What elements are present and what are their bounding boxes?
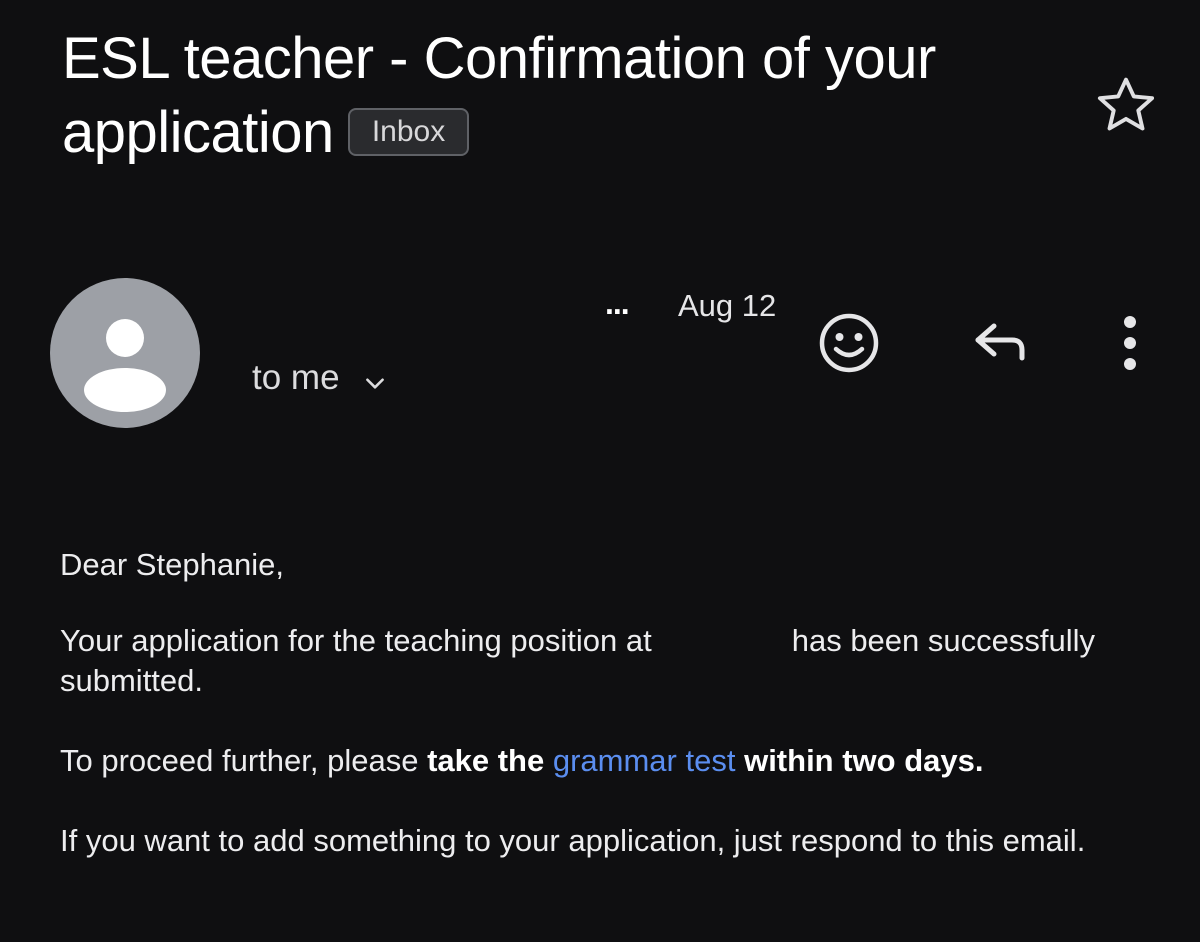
sender-name-redacted[interactable] <box>252 282 612 322</box>
more-vert-icon[interactable] <box>1110 308 1150 378</box>
message-date: Aug 12 <box>678 288 777 323</box>
inbox-label-badge[interactable]: Inbox <box>347 107 470 156</box>
email-body: Dear Stephanie, Your application for the… <box>60 545 1140 901</box>
email-subject: ESL teacher - Confirmation of your appli… <box>62 22 1072 170</box>
next-steps-bold-2: within two days. <box>735 743 984 778</box>
emoji-reaction-icon[interactable] <box>814 308 884 378</box>
paragraph-next-steps: To proceed further, please take the gram… <box>60 741 1140 781</box>
next-steps-start: To proceed further, please <box>60 743 428 778</box>
recipient-details-toggle[interactable]: to me <box>252 358 388 398</box>
person-icon <box>84 319 166 412</box>
reply-icon[interactable] <box>966 312 1036 372</box>
paragraph-submission: Your application for the teaching positi… <box>60 621 1140 701</box>
next-steps-bold-1: take the <box>427 743 553 778</box>
sender-avatar[interactable] <box>50 278 200 428</box>
greeting: Dear Stephanie, <box>60 547 285 582</box>
paragraph-reply-note: If you want to add something to your app… <box>60 823 1086 858</box>
star-icon[interactable] <box>1090 70 1162 142</box>
paragraph-submission-start: Your application for the teaching positi… <box>60 623 652 658</box>
sender-ellipsis: ... <box>605 285 630 321</box>
subject-title: ESL teacher - Confirmation of your appli… <box>62 26 936 165</box>
chevron-down-icon <box>362 365 388 391</box>
recipient-label: to me <box>252 358 340 397</box>
grammar-test-link[interactable]: grammar test <box>553 743 736 778</box>
